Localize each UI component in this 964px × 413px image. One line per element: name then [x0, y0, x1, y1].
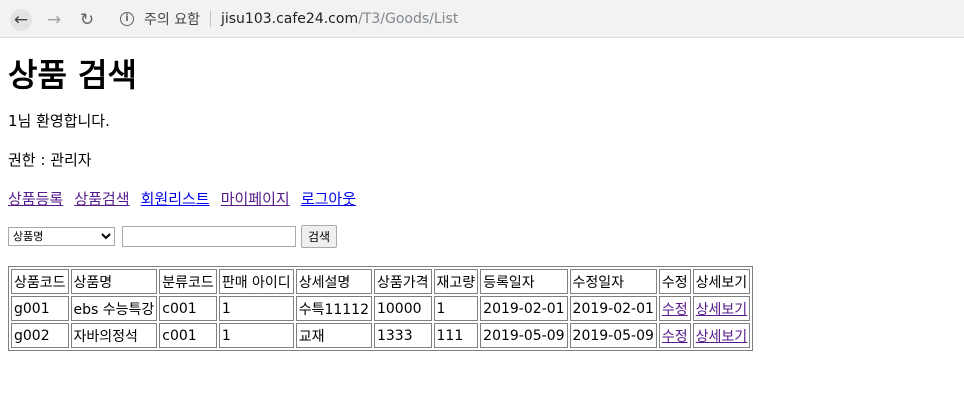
cell-code: g002	[11, 323, 69, 348]
cell-reg-date: 2019-05-09	[480, 323, 568, 348]
mypage-link[interactable]: 마이페이지	[221, 190, 290, 208]
cell-detail: 상세보기	[692, 296, 751, 321]
column-header: 판매 아이디	[218, 269, 294, 294]
url-host[interactable]: jisu103.cafe24.com	[221, 11, 358, 27]
cell-name: 자바의정석	[70, 323, 158, 348]
cell-price: 10000	[373, 296, 432, 321]
search-product-link[interactable]: 상품검색	[74, 190, 129, 208]
detail-link[interactable]: 상세보기	[696, 302, 748, 318]
column-header: 상세설명	[295, 269, 372, 294]
edit-link[interactable]: 수정	[662, 302, 688, 318]
edit-link[interactable]: 수정	[662, 329, 688, 345]
info-icon[interactable]: i	[120, 12, 134, 26]
member-list-link[interactable]: 회원리스트	[141, 190, 210, 208]
cell-stock: 1	[433, 296, 479, 321]
column-header: 상세보기	[692, 269, 751, 294]
page-content: 상품 검색 1님 환영합니다. 권한 : 관리자 상품등록 상품검색 회원리스트…	[0, 50, 964, 351]
cell-code: g001	[11, 296, 69, 321]
welcome-text: 1님 환영합니다.	[8, 112, 110, 130]
search-form: 상품명 검색	[8, 225, 956, 248]
cell-edit: 수정	[658, 296, 691, 321]
cell-name: ebs 수능특강	[70, 296, 158, 321]
detail-link[interactable]: 상세보기	[696, 329, 748, 345]
search-input[interactable]	[122, 226, 296, 247]
url-path[interactable]: /T3/Goods/List	[358, 11, 458, 27]
address-divider	[209, 11, 211, 27]
column-header: 수정	[658, 269, 691, 294]
table-row: g002 자바의정석 c001 1 교재 1333 111 2019-05-09…	[11, 323, 751, 348]
column-header: 상품가격	[373, 269, 432, 294]
search-field-select[interactable]: 상품명	[8, 227, 115, 246]
column-header: 상품명	[70, 269, 158, 294]
product-table: 상품코드 상품명 분류코드 판매 아이디 상세설명 상품가격 재고량 등록일자 …	[8, 266, 754, 351]
logout-link[interactable]: 로그아웃	[301, 190, 356, 208]
cell-detail: 상세보기	[692, 323, 751, 348]
register-product-link[interactable]: 상품등록	[8, 190, 63, 208]
column-header: 등록일자	[480, 269, 568, 294]
column-header: 분류코드	[159, 269, 217, 294]
cell-description: 수특11112	[295, 296, 372, 321]
reload-icon[interactable]: ↻	[76, 9, 98, 31]
table-row: g001 ebs 수능특강 c001 1 수특11112 10000 1 201…	[11, 296, 751, 321]
column-header: 수정일자	[569, 269, 657, 294]
security-label[interactable]: 주의 요함	[144, 9, 200, 29]
cell-category: c001	[159, 296, 217, 321]
role-text: 권한 : 관리자	[8, 151, 92, 169]
cell-description: 교재	[295, 323, 372, 348]
search-button[interactable]: 검색	[301, 225, 338, 248]
table-header-row: 상품코드 상품명 분류코드 판매 아이디 상세설명 상품가격 재고량 등록일자 …	[11, 269, 751, 294]
page-title: 상품 검색	[8, 56, 137, 94]
cell-price: 1333	[373, 323, 432, 348]
nav-links: 상품등록 상품검색 회원리스트 마이페이지 로그아웃	[8, 188, 956, 209]
cell-reg-date: 2019-02-01	[480, 296, 568, 321]
column-header: 상품코드	[11, 269, 69, 294]
back-arrow-icon[interactable]: ←	[10, 9, 32, 31]
forward-arrow-icon[interactable]: →	[43, 9, 65, 31]
cell-seller: 1	[218, 296, 294, 321]
column-header: 재고량	[433, 269, 479, 294]
address-bar[interactable]: i 주의 요함 jisu103.cafe24.com/T3/Goods/List	[112, 6, 952, 32]
browser-toolbar: ← → ↻ i 주의 요함 jisu103.cafe24.com/T3/Good…	[0, 0, 964, 38]
cell-edit: 수정	[658, 323, 691, 348]
cell-mod-date: 2019-02-01	[569, 296, 657, 321]
cell-stock: 111	[433, 323, 479, 348]
cell-seller: 1	[218, 323, 294, 348]
cell-mod-date: 2019-05-09	[569, 323, 657, 348]
cell-category: c001	[159, 323, 217, 348]
